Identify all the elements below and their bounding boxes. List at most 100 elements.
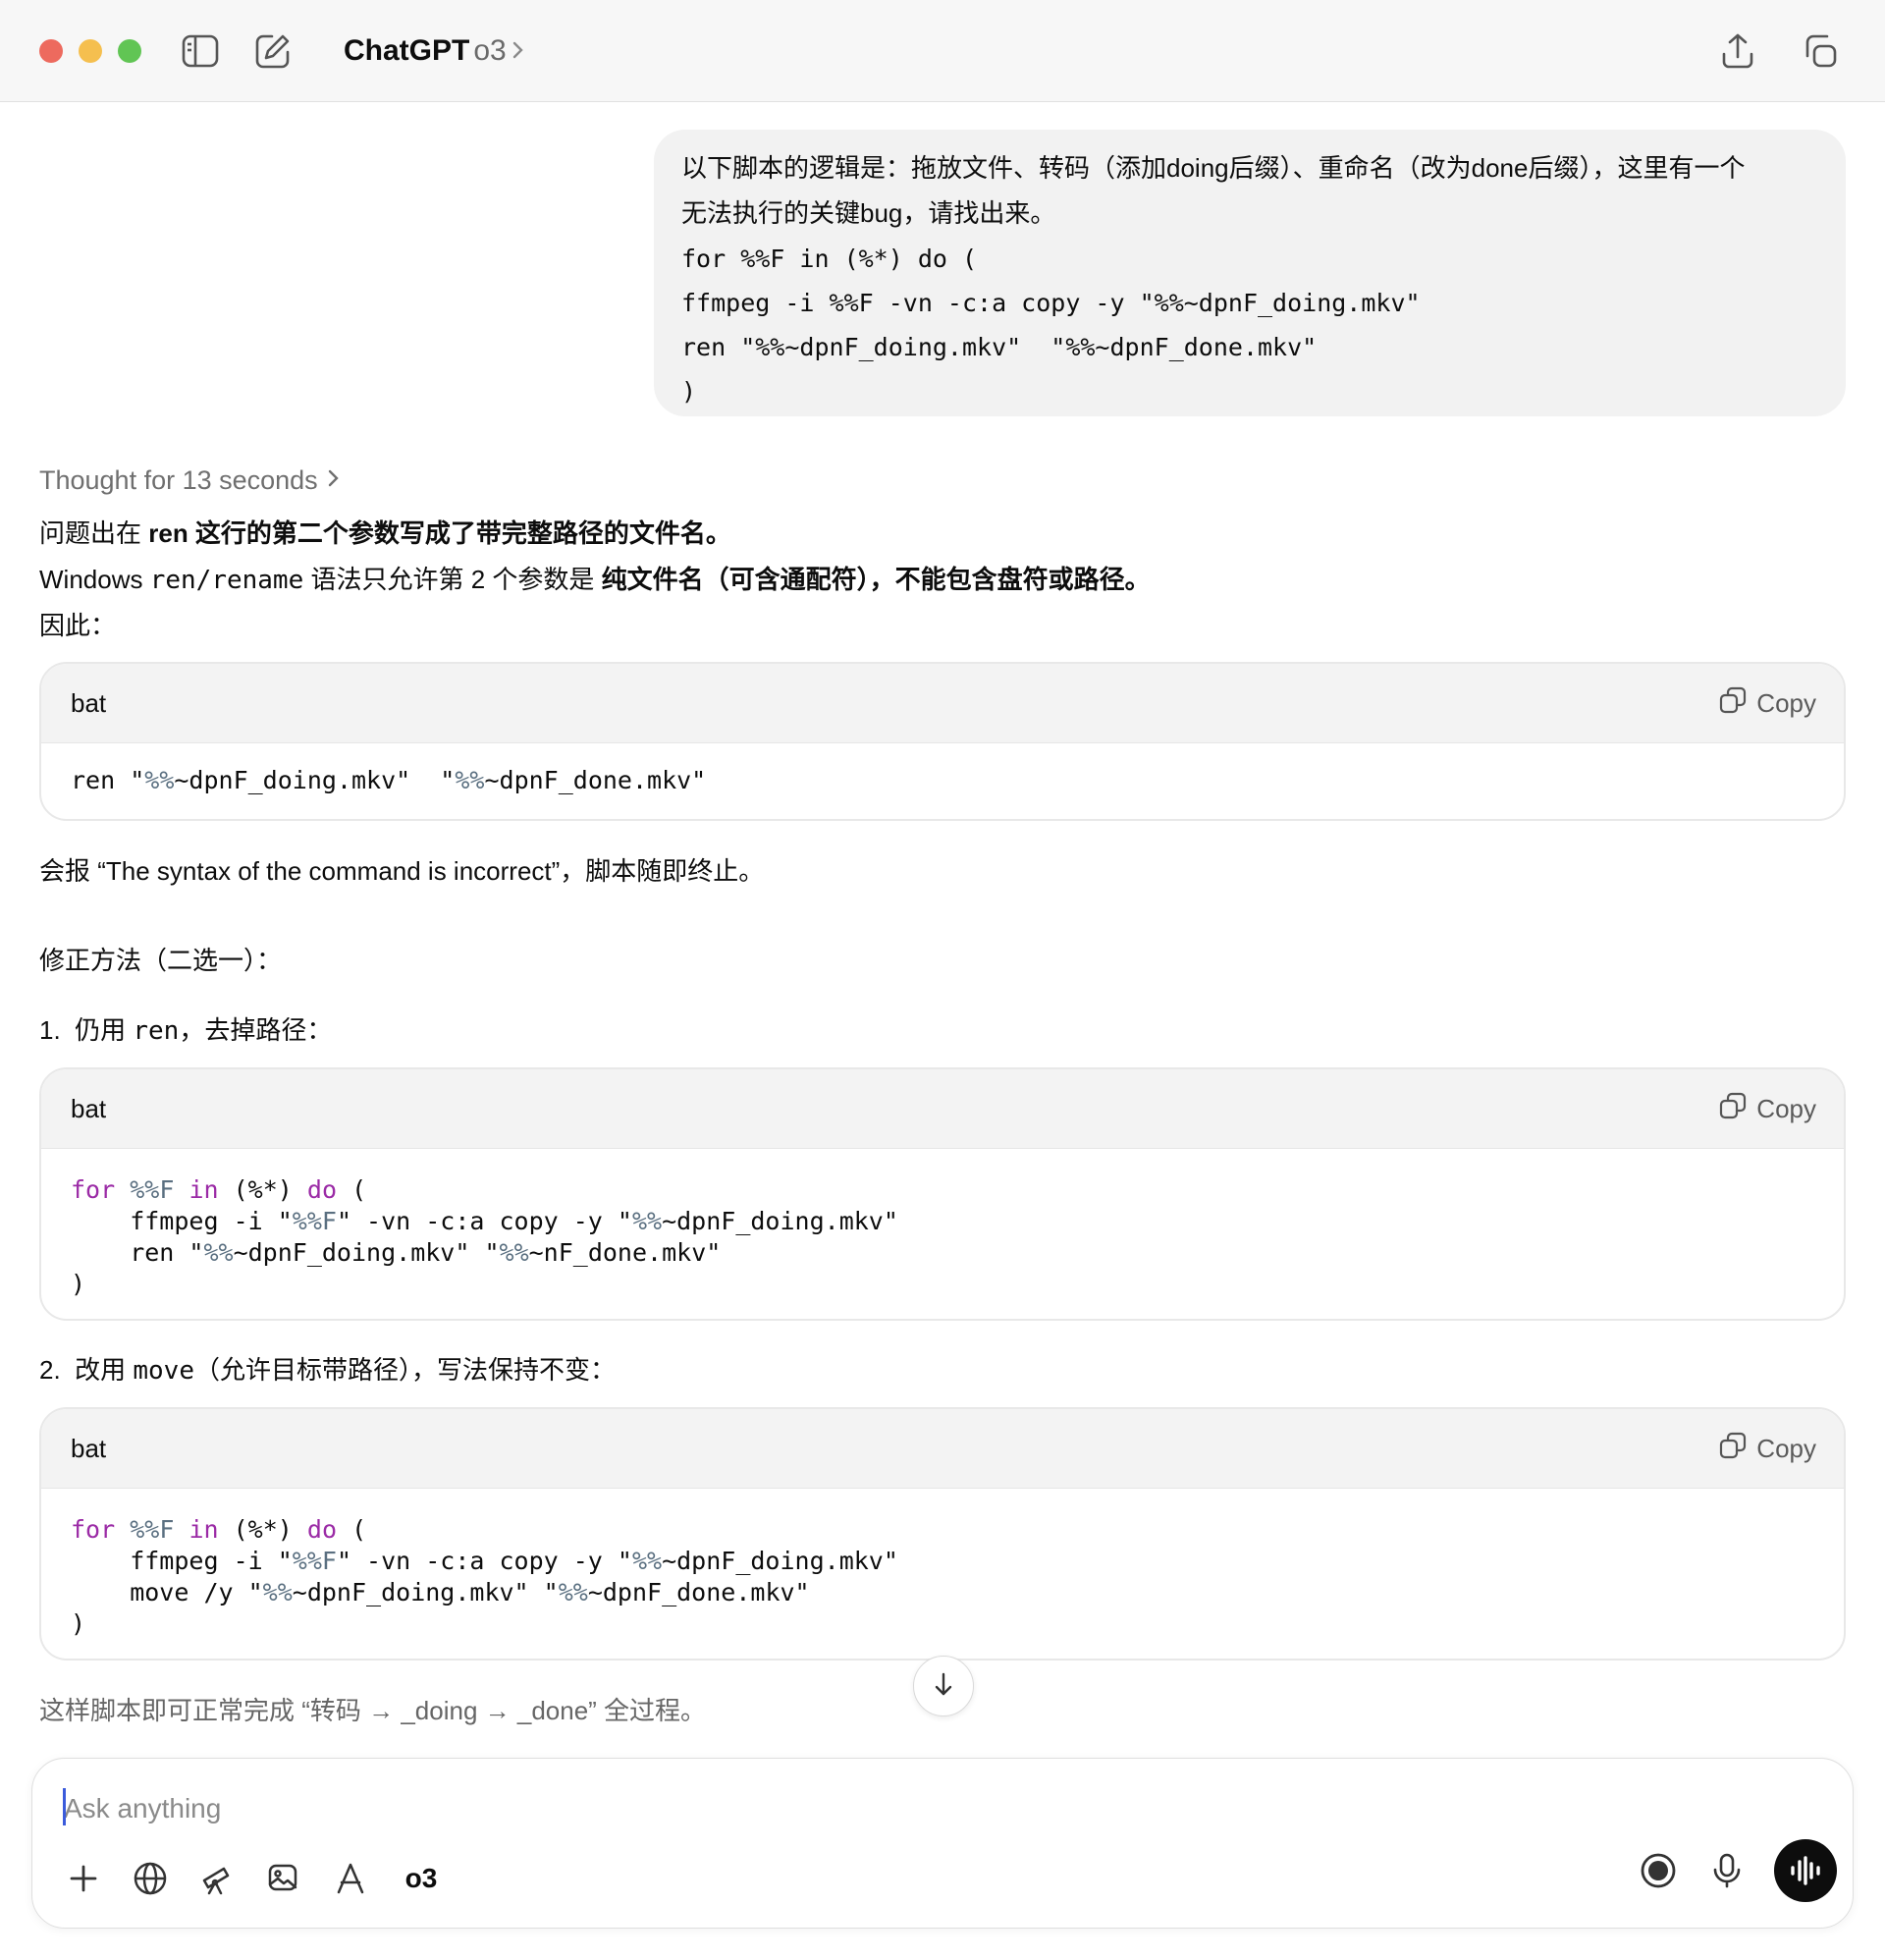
- code-block-header: bat Copy: [41, 1069, 1844, 1149]
- share-icon[interactable]: [1718, 31, 1757, 71]
- code-block-2: bat Copy for %%F in (%*) do ( ffmpeg -i …: [39, 1067, 1846, 1321]
- code-token-variable: %%: [631, 1207, 663, 1235]
- chevron-right-icon: [326, 465, 340, 496]
- code-token: (%*): [233, 1515, 293, 1544]
- record-button[interactable]: [1637, 1849, 1680, 1892]
- zoom-window-button[interactable]: [118, 39, 141, 63]
- answer-final-paragraph: 这样脚本即可正常完成 “转码 → _doing → _done” 全过程。: [39, 1696, 707, 1725]
- composer-right-tools: [1637, 1839, 1837, 1902]
- copy-icon: [1719, 1432, 1747, 1466]
- code-token-variable: %%: [203, 1238, 234, 1267]
- code-token: ren ": [71, 766, 145, 794]
- text-caret: [63, 1788, 66, 1825]
- user-code-line: ffmpeg -i %%F -vn -c:a copy -y "%%~dpnF_…: [681, 289, 1421, 317]
- user-code-line: for %%F in (%*) do (: [681, 245, 978, 273]
- close-window-button[interactable]: [39, 39, 63, 63]
- code-keyword: for: [71, 1515, 116, 1544]
- inline-code: ren/rename: [149, 566, 304, 595]
- code-block-1: bat Copy ren "%%~dpnF_doing.mkv" "%%~dpn…: [39, 662, 1846, 821]
- tools-button[interactable]: [329, 1857, 372, 1900]
- inline-code: ren: [133, 1016, 180, 1046]
- code-token: move /y ": [71, 1578, 263, 1606]
- code-keyword: do: [306, 1515, 337, 1544]
- text-span: ，去掉路径：: [179, 1015, 333, 1045]
- code-token-variable: %%F: [130, 1175, 175, 1204]
- code-token: (: [351, 1175, 367, 1204]
- web-search-button[interactable]: [129, 1857, 172, 1900]
- scroll-to-bottom-button[interactable]: [913, 1656, 974, 1716]
- code-line: ren "%%~dpnF_doing.mkv" "%%~nF_done.mkv": [71, 1237, 1814, 1269]
- code-keyword: do: [306, 1175, 337, 1204]
- copy-label: Copy: [1756, 687, 1816, 718]
- code-token-variable: %%: [558, 1578, 588, 1606]
- copy-icon: [1719, 1092, 1747, 1126]
- code-token: " -vn -c:a copy -y ": [336, 1547, 632, 1575]
- code-token-variable: %%: [455, 766, 485, 794]
- code-line: ffmpeg -i "%%F" -vn -c:a copy -y "%%~dpn…: [71, 1206, 1814, 1237]
- list-item-1: 1. 仍用 ren，去掉路径：: [39, 1007, 332, 1054]
- copy-label: Copy: [1756, 1093, 1816, 1123]
- copy-code-button[interactable]: Copy: [1719, 1432, 1816, 1466]
- code-language-label: bat: [71, 687, 107, 718]
- answer-paragraph-1: 问题出在 ren 这行的第二个参数写成了带完整路径的文件名。: [39, 511, 731, 556]
- code-token: ~nF_done.mkv": [528, 1238, 722, 1267]
- copy-label: Copy: [1756, 1433, 1816, 1463]
- model-selector-button[interactable]: o3: [400, 1857, 443, 1900]
- app-title[interactable]: ChatGPT o3: [344, 31, 524, 72]
- composer: o3: [31, 1758, 1854, 1929]
- user-message-bubble: 以下脚本的逻辑是：拖放文件、转码（添加doing后缀）、重命名（改为done后缀…: [654, 130, 1846, 416]
- user-code-line: ren "%%~dpnF_doing.mkv" "%%~dpnF_done.mk…: [681, 333, 1318, 361]
- image-sparkle-icon: [268, 1864, 297, 1891]
- code-token: (%*): [233, 1175, 293, 1204]
- dictate-button[interactable]: [1705, 1849, 1749, 1892]
- user-message-text-line-1: 以下脚本的逻辑是：拖放文件、转码（添加doing后缀）、重命名（改为done后缀…: [681, 153, 1746, 183]
- temporary-chat-icon[interactable]: [1801, 31, 1840, 71]
- code-token: ~dpnF_doing.mkv" ": [292, 1578, 559, 1606]
- create-image-button[interactable]: [262, 1857, 305, 1900]
- code-language-label: bat: [71, 1093, 107, 1123]
- list-item-2: 2. 改用 move（允许目标带路径），写法保持不变：: [39, 1347, 616, 1393]
- add-attachment-button[interactable]: [62, 1857, 105, 1900]
- code-block-3: bat Copy for %%F in (%*) do ( ffmpeg -i …: [39, 1407, 1846, 1661]
- code-token-variable: %%: [631, 1547, 663, 1575]
- plus-icon: [70, 1865, 97, 1892]
- microphone-icon: [1713, 1853, 1741, 1888]
- bold-text: ren 这行的第二个参数写成了带完整路径的文件名。: [148, 518, 731, 548]
- text-span: 问题出在: [39, 518, 149, 548]
- title-bar: ChatGPT o3: [0, 0, 1885, 102]
- thought-toggle[interactable]: Thought for 13 seconds: [39, 465, 340, 496]
- copy-code-button[interactable]: Copy: [1719, 1092, 1816, 1126]
- new-chat-icon[interactable]: [253, 31, 293, 71]
- code-token-variable: %%: [262, 1578, 293, 1606]
- copy-code-button[interactable]: Copy: [1719, 686, 1816, 721]
- code-token-variable: %%F: [130, 1515, 175, 1544]
- code-language-label: bat: [71, 1433, 107, 1463]
- text-span: （允许目标带路径），写法保持不变：: [193, 1355, 616, 1385]
- code-token: ~dpnF_doing.mkv": [662, 1207, 898, 1235]
- voice-mode-button[interactable]: [1774, 1839, 1837, 1902]
- answer-paragraph-3: 因此：: [39, 611, 117, 640]
- answer-paragraph-5: 修正方法（二选一）：: [39, 946, 283, 975]
- chevron-right-icon: [511, 32, 524, 72]
- globe-icon: [134, 1862, 167, 1895]
- code-token: " -vn -c:a copy -y ": [336, 1207, 632, 1235]
- code-line: for %%F in (%*) do (: [71, 1174, 1814, 1206]
- code-token: ~dpnF_doing.mkv": [662, 1547, 898, 1575]
- code-content: for %%F in (%*) do ( ffmpeg -i "%%F" -vn…: [41, 1489, 1844, 1659]
- code-token: ~dpnF_doing.mkv" ": [233, 1238, 500, 1267]
- code-line: move /y "%%~dpnF_doing.mkv" "%%~dpnF_don…: [71, 1577, 1814, 1608]
- deep-research-button[interactable]: [195, 1857, 239, 1900]
- minimize-window-button[interactable]: [79, 39, 102, 63]
- code-line: for %%F in (%*) do (: [71, 1514, 1814, 1546]
- arrow-down-icon: [933, 1671, 954, 1702]
- code-token: ffmpeg -i ": [71, 1547, 293, 1575]
- prompt-input[interactable]: [62, 1786, 1538, 1831]
- code-content: for %%F in (%*) do ( ffmpeg -i "%%F" -vn…: [41, 1149, 1844, 1319]
- code-line: ffmpeg -i "%%F" -vn -c:a copy -y "%%~dpn…: [71, 1546, 1814, 1577]
- code-block-header: bat Copy: [41, 664, 1844, 743]
- text-span: 2. 改用: [39, 1355, 134, 1385]
- code-line: ): [71, 1270, 86, 1298]
- code-token: (: [351, 1515, 367, 1544]
- text-span: Windows: [39, 565, 150, 594]
- sidebar-toggle-icon[interactable]: [181, 31, 220, 71]
